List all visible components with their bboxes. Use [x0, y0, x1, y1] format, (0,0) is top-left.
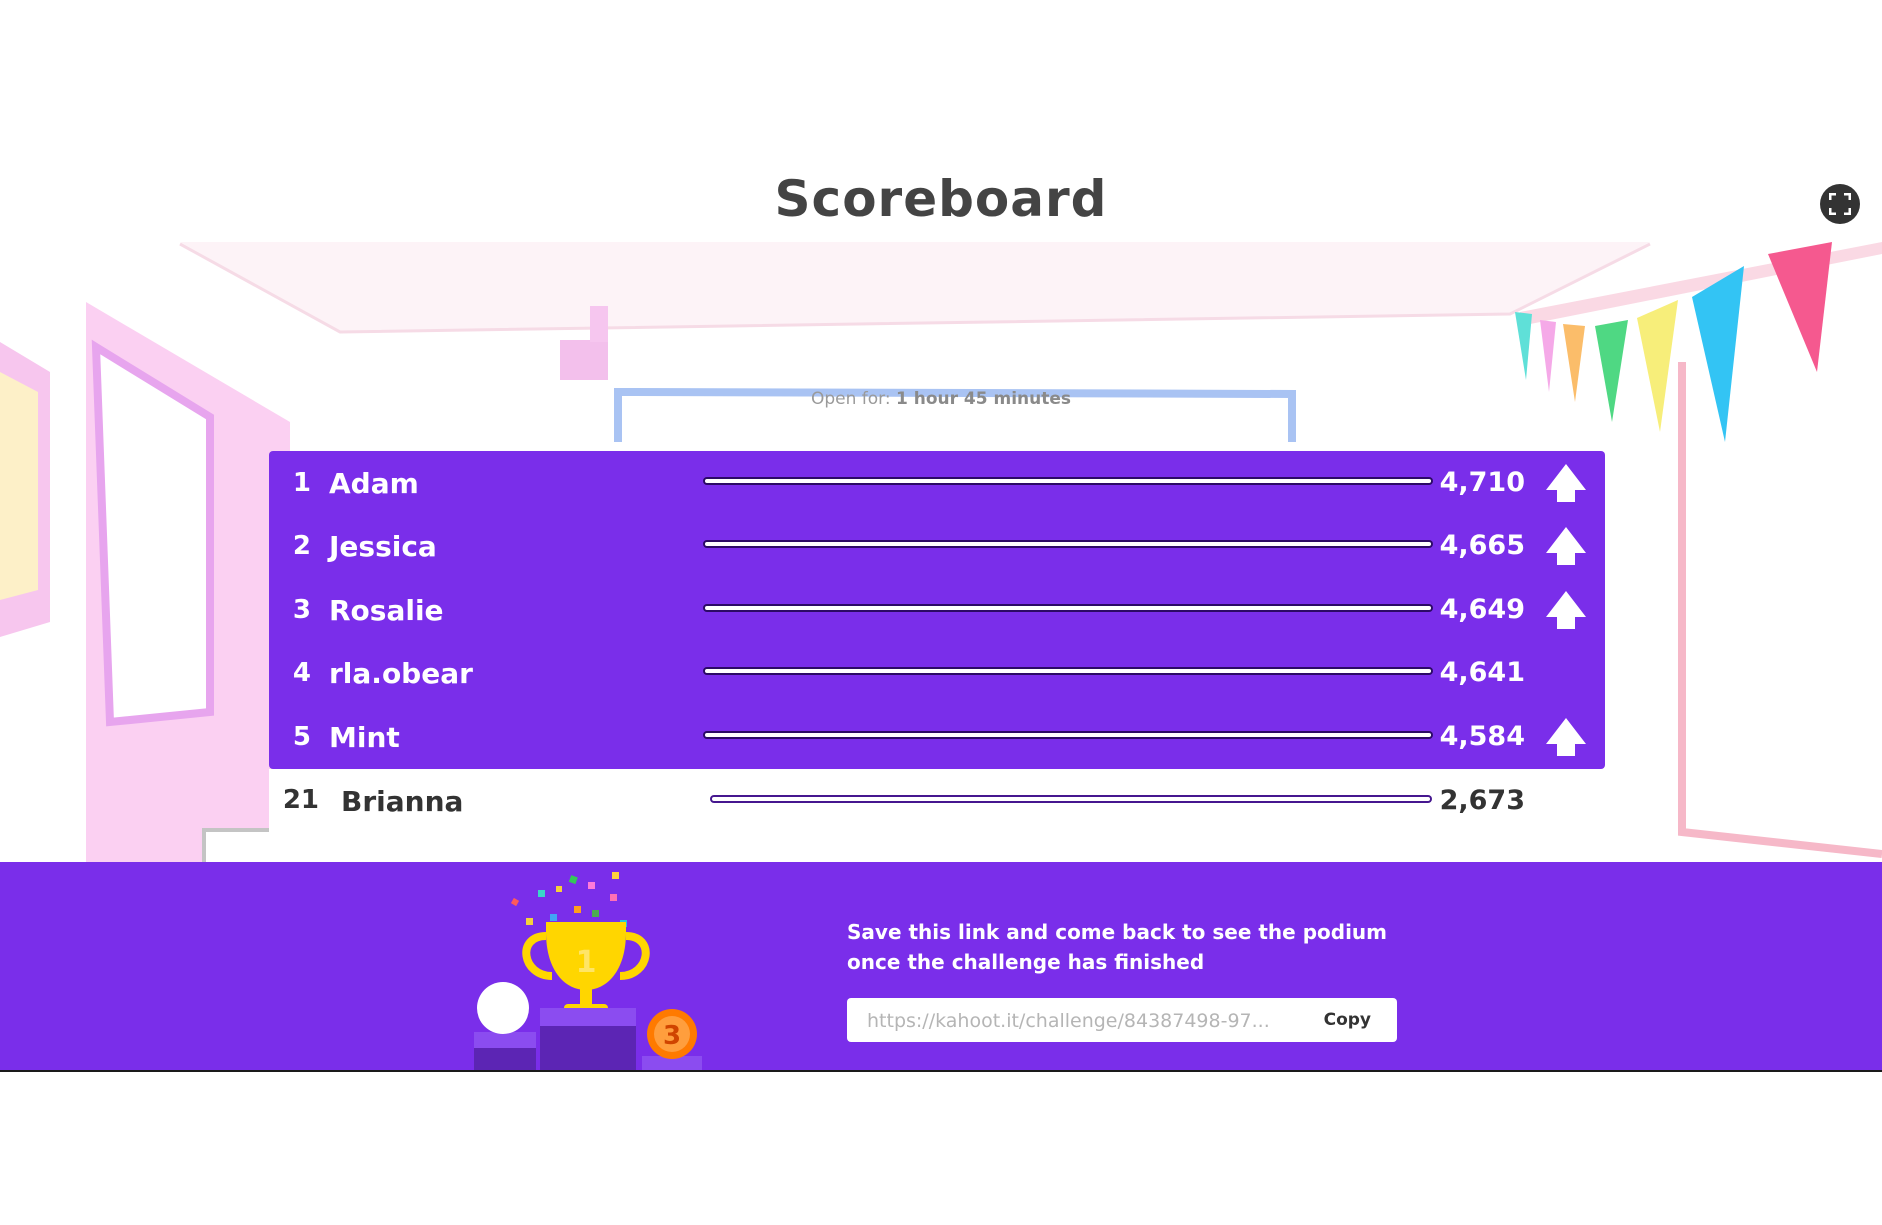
leaderboard-row: 1 Adam 4,710	[269, 451, 1605, 515]
player-name: Brianna	[341, 785, 464, 818]
current-player-row: 21 Brianna 2,673	[269, 769, 1605, 863]
copy-button[interactable]: Copy	[1318, 1009, 1377, 1031]
leaderboard-row: 2 Jessica 4,665	[269, 514, 1605, 578]
open-for-label: Open for:	[810, 389, 891, 409]
leaderboard-row: 5 Mint 4,584	[269, 705, 1605, 769]
challenge-link-input[interactable]	[865, 998, 1289, 1044]
player-name: rla.obear	[329, 657, 473, 690]
player-score: 4,584	[1439, 721, 1525, 752]
score-bar	[705, 733, 1431, 737]
score-bar	[705, 542, 1431, 546]
player-name: Adam	[329, 467, 419, 500]
arrow-up-icon	[1546, 464, 1586, 502]
save-link-message: Save this link and come back to see the …	[847, 917, 1407, 977]
arrow-up-icon	[1546, 591, 1586, 629]
leaderboard-row: 3 Rosalie 4,649	[269, 578, 1605, 642]
score-bar	[705, 606, 1431, 610]
player-rank: 1	[292, 468, 311, 498]
player-rank: 3	[292, 595, 311, 625]
player-rank: 4	[292, 658, 311, 688]
save-link-message-line1: Save this link and come back to see the …	[847, 920, 1387, 944]
open-for-value: 1 hour 45 minutes	[896, 389, 1072, 409]
podium-badge: 3	[663, 1021, 681, 1051]
score-bar	[705, 669, 1431, 673]
leaderboard-row: 4 rla.obear 4,641	[269, 641, 1605, 705]
player-rank: 21	[282, 785, 319, 815]
player-name: Mint	[329, 721, 400, 754]
player-score: 4,710	[1439, 467, 1525, 498]
podium-illustration: 1 3	[474, 872, 702, 1070]
trophy-rank-label: 1	[576, 945, 597, 980]
player-score: 4,641	[1439, 657, 1525, 688]
save-link-message-line2: once the challenge has finished	[847, 950, 1205, 974]
page-title: Scoreboard	[774, 170, 1108, 228]
open-for-timer: Open for: 1 hour 45 minutes	[0, 389, 1882, 409]
arrow-up-icon	[1546, 718, 1586, 756]
player-rank: 2	[292, 531, 311, 561]
player-name: Jessica	[329, 530, 437, 563]
player-score: 4,649	[1439, 594, 1525, 625]
leaderboard: 1 Adam 4,710 2 Jessica 4,665 3 Rosalie 4…	[269, 451, 1605, 769]
fullscreen-button[interactable]	[1820, 184, 1860, 224]
player-score: 2,673	[1439, 785, 1525, 816]
score-bar	[712, 797, 1430, 801]
fullscreen-icon	[1829, 193, 1851, 215]
player-name: Rosalie	[329, 594, 444, 627]
player-score: 4,665	[1439, 530, 1525, 561]
arrow-up-icon	[1546, 527, 1586, 565]
challenge-link-box: Copy	[847, 998, 1397, 1044]
player-rank: 5	[292, 722, 311, 752]
save-link-panel: 1 3 Save this link and come back to see …	[0, 862, 1882, 1072]
score-bar	[705, 479, 1431, 483]
